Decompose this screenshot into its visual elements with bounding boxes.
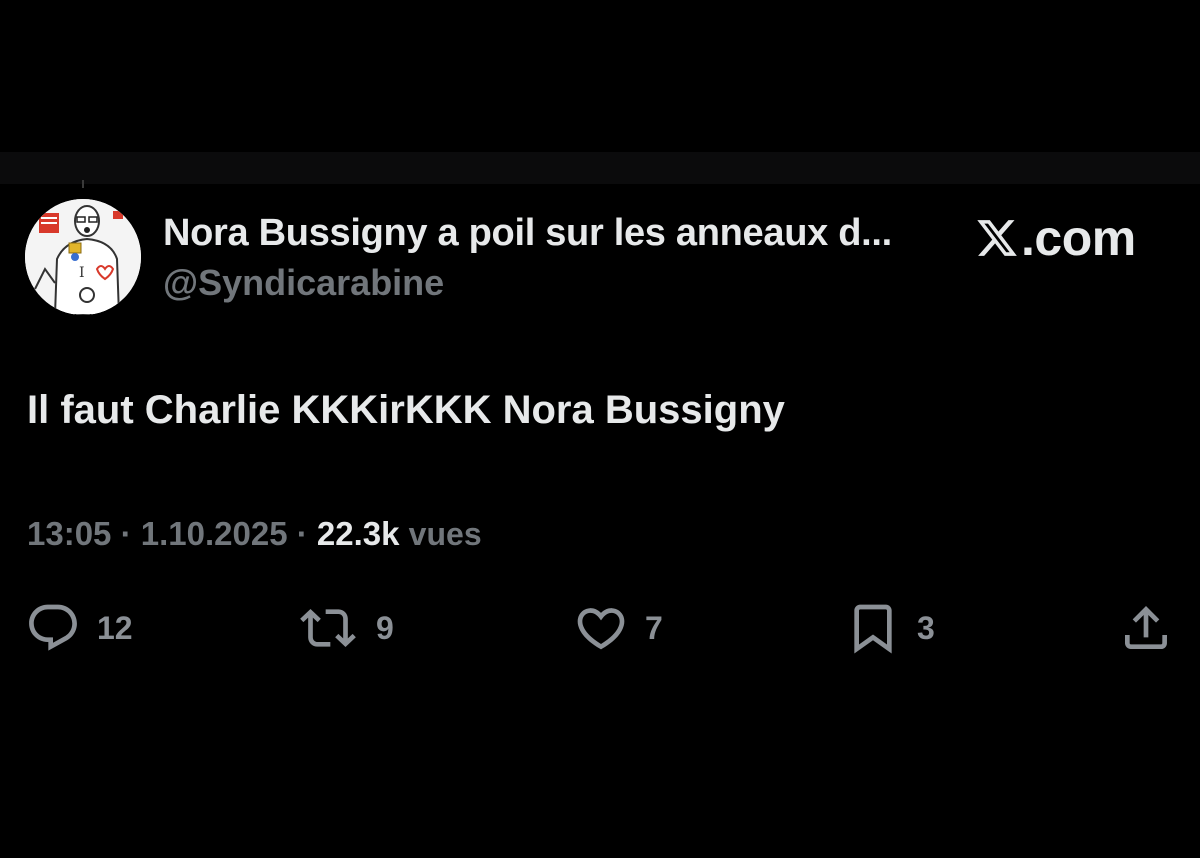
share-button[interactable] <box>1118 600 1174 656</box>
tweet-text: Il faut Charlie KKKirKKK Nora Bussigny <box>27 388 785 432</box>
x-logo-icon <box>977 220 1017 256</box>
views-count[interactable]: 22.3k <box>317 515 400 552</box>
avatar-drawing-icon: I <box>25 199 141 315</box>
repost-icon <box>300 609 356 647</box>
like-button[interactable]: 7 <box>573 600 663 656</box>
bookmark-button[interactable]: 3 <box>845 600 935 656</box>
repost-count: 9 <box>376 609 394 646</box>
author-handle[interactable]: @Syndicarabine <box>163 262 444 304</box>
author-display-name[interactable]: Nora Bussigny a poil sur les anneaux d..… <box>163 212 892 255</box>
top-strip <box>0 152 1200 184</box>
repost-button[interactable]: 9 <box>296 600 394 656</box>
reply-icon <box>29 604 77 651</box>
tweet-date[interactable]: 1.10.2025 <box>141 515 288 552</box>
brand-logo: .com <box>975 210 1136 266</box>
reply-button[interactable]: 12 <box>25 600 133 656</box>
tweet-time[interactable]: 13:05 <box>27 515 111 552</box>
meta-separator: · <box>296 515 308 552</box>
views-label: vues <box>408 516 482 552</box>
reply-count: 12 <box>97 609 133 646</box>
heart-icon <box>577 608 625 650</box>
avatar[interactable]: I <box>25 199 141 315</box>
like-count: 7 <box>645 609 663 646</box>
bookmark-icon <box>854 604 892 654</box>
tweet-meta: 13:05 · 1.10.2025 · 22.3k vues <box>27 515 482 553</box>
svg-text:I: I <box>79 265 85 281</box>
action-bar: 12 9 7 3 <box>0 600 1200 656</box>
meta-separator: · <box>120 515 132 552</box>
bookmark-count: 3 <box>917 609 935 646</box>
strip-tick <box>82 180 84 188</box>
brand-text: .com <box>1021 210 1136 266</box>
share-icon <box>1125 606 1167 649</box>
